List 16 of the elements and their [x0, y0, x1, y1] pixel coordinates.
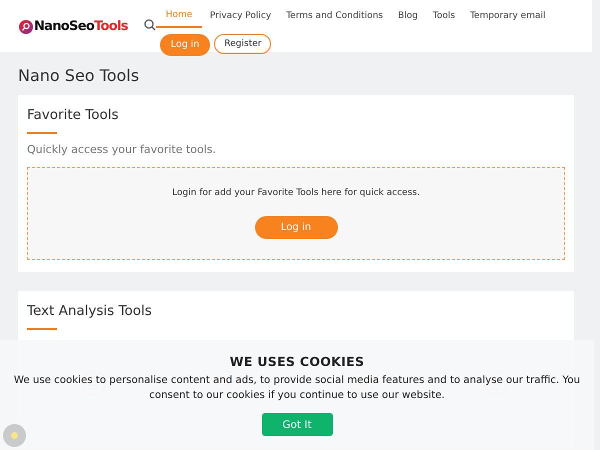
- nav-link[interactable]: Privacy Policy: [202, 5, 279, 27]
- card-title: Favorite Tools: [27, 107, 120, 123]
- search-icon[interactable]: [144, 19, 156, 31]
- card-subtitle: Quickly access your favorite tools.: [27, 143, 218, 156]
- cookie-message: We use cookies to personalise content and ads, to provide social media features and to analyse our traffic. You consent to our cookies if you continue to use our website.: [12, 374, 582, 403]
- nav-link[interactable]: Blog: [390, 5, 426, 27]
- nav-link[interactable]: Temporary email: [462, 5, 553, 27]
- register-button[interactable]: Register: [214, 34, 272, 54]
- nav-link[interactable]: Terms and Conditions: [278, 5, 390, 27]
- nav-link[interactable]: Tools: [425, 5, 463, 27]
- cookie-title: WE USES COOKIES: [230, 354, 364, 369]
- logo-icon: [19, 20, 33, 34]
- login-message: Login for add your Favorite Tools here for quick access.: [172, 188, 420, 198]
- card-title: Text Analysis Tools: [27, 303, 153, 319]
- logo-text[interactable]: NanoSeoTools: [34, 19, 128, 34]
- page-title: Nano Seo Tools: [18, 66, 140, 85]
